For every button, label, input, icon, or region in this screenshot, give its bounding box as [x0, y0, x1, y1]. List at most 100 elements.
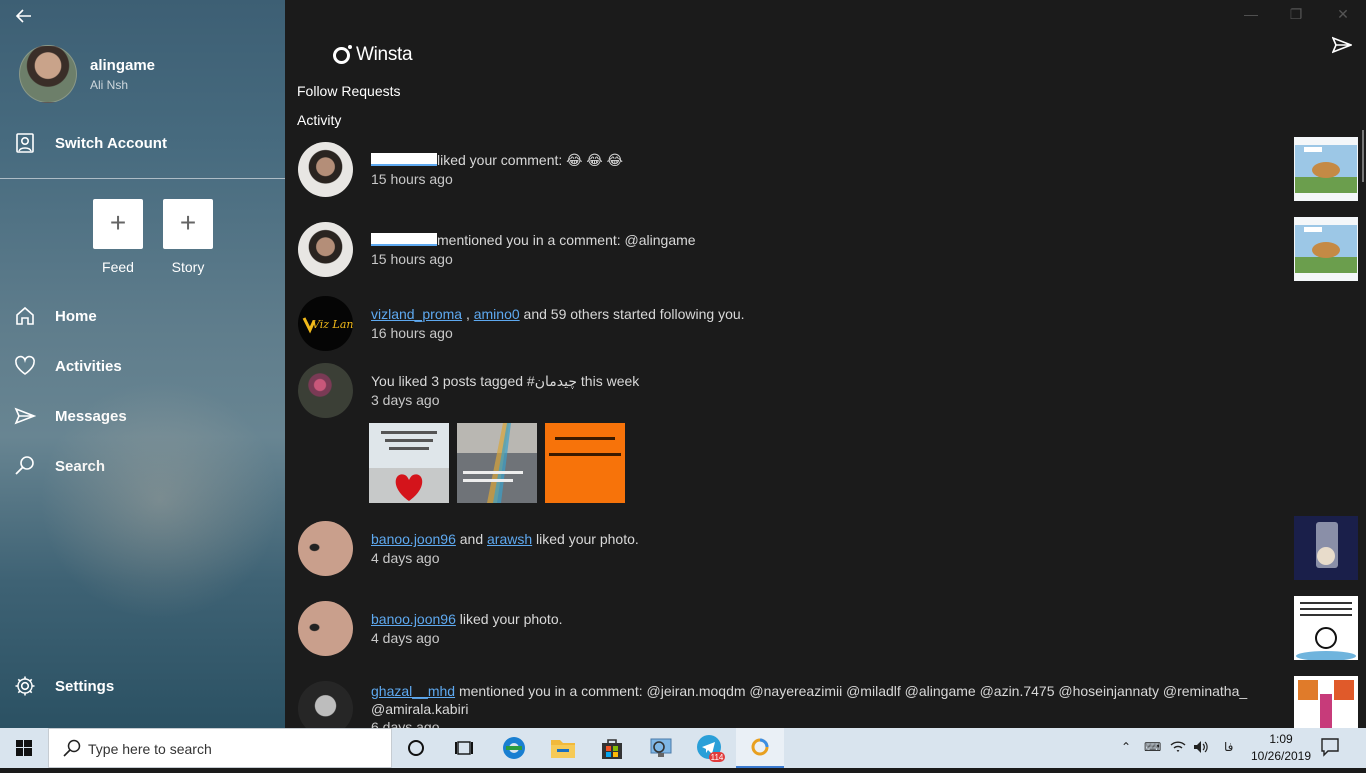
user-avatar[interactable] [298, 363, 353, 418]
redacted-username[interactable] [371, 233, 437, 246]
direct-send-icon[interactable] [1331, 36, 1354, 56]
sidebar-item-label: Messages [55, 407, 127, 425]
plus-icon: + [179, 207, 197, 238]
sidebar-item-search[interactable]: Search [0, 446, 285, 486]
switch-account-label: Switch Account [55, 134, 167, 152]
user-link[interactable]: amino0 [474, 306, 520, 322]
search-icon [14, 455, 36, 477]
cortana-button[interactable] [392, 728, 440, 768]
home-icon [14, 305, 36, 327]
clock-date: 10/26/2019 [1250, 749, 1312, 763]
store-icon [602, 739, 622, 759]
activity-time: 4 days ago [371, 630, 440, 646]
keyboard-layout-icon[interactable]: ⌨ [1144, 740, 1161, 754]
remote-desktop-button[interactable] [637, 728, 685, 768]
taskbar-search-box[interactable]: Type here to search [48, 728, 392, 768]
user-link[interactable]: vizland_proma [371, 306, 462, 322]
volume-icon[interactable] [1193, 740, 1209, 757]
minimize-button[interactable]: — [1241, 6, 1261, 22]
task-view-icon [455, 741, 473, 755]
activity-text-continued: @amirala.kabiri [371, 701, 469, 717]
add-story-button[interactable]: + [163, 199, 213, 249]
sidebar-item-settings[interactable]: Settings [0, 666, 285, 706]
profile-fullname: Ali Nsh [90, 78, 129, 92]
input-language[interactable]: فا [1224, 740, 1233, 754]
user-avatar[interactable] [298, 521, 353, 576]
close-button[interactable]: ✕ [1333, 6, 1353, 23]
follow-requests-link[interactable]: Follow Requests [297, 83, 401, 99]
search-placeholder: Type here to search [88, 741, 212, 757]
back-arrow-icon[interactable] [14, 6, 36, 28]
add-feed-button[interactable]: + [93, 199, 143, 249]
action-center-icon[interactable] [1320, 737, 1342, 759]
redacted-username[interactable] [371, 153, 437, 166]
gear-icon [14, 675, 36, 697]
telegram-button[interactable]: 114 [686, 728, 734, 768]
send-icon [14, 405, 37, 427]
sidebar-item-label: Home [55, 307, 97, 325]
windows-logo-icon [16, 740, 32, 756]
activity-text: You liked 3 posts tagged #چیدمان this we… [371, 373, 640, 389]
add-story-label: Story [171, 259, 205, 275]
activity-text: liked your comment: 😂 😂 😂 [371, 152, 623, 169]
liked-post-thumbnail[interactable] [545, 423, 625, 503]
app-name: Winsta [356, 44, 413, 65]
post-thumbnail[interactable] [1294, 137, 1358, 201]
post-thumbnail[interactable] [1294, 596, 1358, 661]
sidebar-divider [0, 178, 285, 179]
user-link[interactable]: banoo.joon96 [371, 611, 456, 627]
chevron-up-icon[interactable]: ⌃ [1121, 740, 1131, 754]
monitor-search-icon [650, 738, 672, 757]
start-button[interactable] [0, 728, 48, 768]
folder-icon [551, 740, 575, 758]
winsta-icon [751, 738, 769, 756]
post-thumbnail[interactable] [1294, 516, 1358, 580]
sidebar-item-activities[interactable]: Activities [0, 346, 285, 386]
user-avatar[interactable] [298, 601, 353, 656]
sidebar-item-messages[interactable]: Messages [0, 396, 285, 436]
sidebar-item-label: Search [55, 457, 106, 475]
taskbar-clock[interactable]: 1:09 10/26/2019 [1246, 731, 1316, 765]
telegram-icon: 114 [697, 735, 725, 762]
post-thumbnail[interactable] [1294, 217, 1358, 281]
app-logo: Winsta [333, 44, 413, 66]
post-thumbnail[interactable] [1294, 676, 1358, 728]
wifi-icon[interactable] [1170, 740, 1186, 757]
liked-post-thumbnail[interactable] [457, 423, 537, 503]
user-avatar[interactable] [298, 681, 353, 728]
activity-time: 4 days ago [371, 550, 440, 566]
profile-avatar[interactable] [19, 45, 77, 103]
add-feed-label: Feed [102, 259, 134, 275]
file-explorer-button[interactable] [539, 728, 587, 768]
task-view-button[interactable] [440, 728, 488, 768]
sidebar-item-home[interactable]: Home [0, 296, 285, 336]
activity-time: 15 hours ago [371, 171, 453, 187]
user-avatar[interactable] [298, 222, 353, 277]
store-button[interactable] [588, 728, 636, 768]
user-link[interactable]: ghazal__mhd [371, 683, 455, 699]
app-window: alingame Ali Nsh Switch Account + Feed +… [0, 0, 1366, 728]
user-link[interactable]: arawsh [487, 531, 532, 547]
liked-post-thumbnail[interactable] [369, 423, 449, 503]
sidebar-item-label: Settings [55, 677, 115, 695]
activity-time: 6 days ago [371, 719, 440, 728]
user-avatar[interactable] [298, 142, 353, 197]
sidebar-item-label: Activities [55, 357, 122, 375]
scrollbar[interactable] [1362, 130, 1364, 182]
sidebar: alingame Ali Nsh Switch Account + Feed +… [0, 0, 285, 728]
activity-text: mentioned you in a comment: @alingame [371, 232, 696, 248]
user-link[interactable]: banoo.joon96 [371, 531, 456, 547]
activity-time: 3 days ago [371, 392, 440, 408]
activity-text: banoo.joon96 and arawsh liked your photo… [371, 531, 639, 547]
user-avatar[interactable]: Viz Land [298, 296, 353, 351]
heart-icon [14, 355, 36, 377]
winsta-taskbar-button[interactable] [736, 728, 784, 768]
main-content: — ❐ ✕ Winsta Follow Requests Activity li… [285, 0, 1366, 728]
restore-button[interactable]: ❐ [1286, 6, 1306, 23]
switch-account-icon [14, 132, 36, 154]
activity-text: vizland_proma , amino0 and 59 others sta… [371, 306, 745, 322]
edge-browser-button[interactable] [490, 728, 538, 768]
switch-account-button[interactable]: Switch Account [0, 123, 285, 163]
plus-icon: + [109, 207, 127, 238]
profile-username: alingame [90, 57, 156, 74]
